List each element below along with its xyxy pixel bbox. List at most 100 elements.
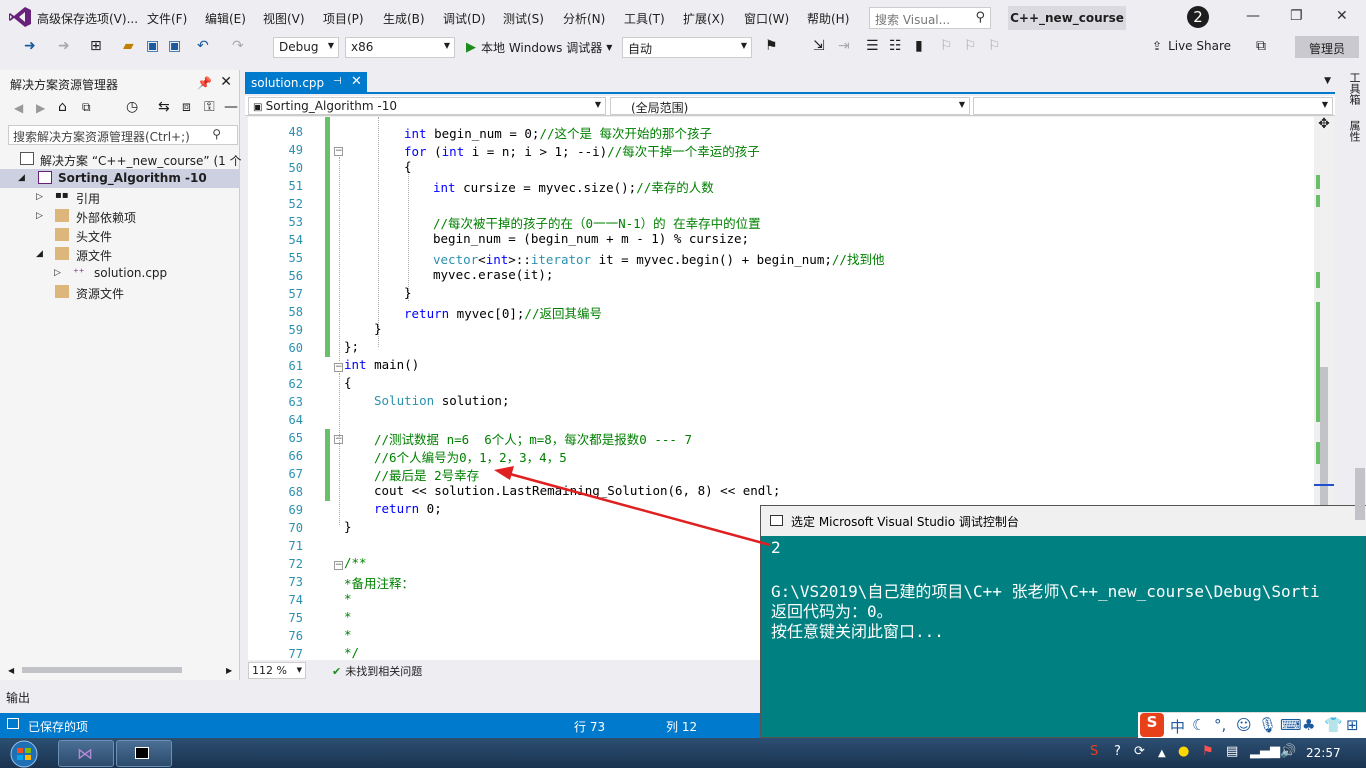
step-over-icon[interactable]: ⇥ — [838, 38, 850, 54]
properties-tab[interactable]: 属性 — [1342, 120, 1361, 142]
tree-external-deps[interactable]: ▷ 外部依赖项 — [0, 207, 240, 226]
scrollbar-thumb[interactable] — [22, 667, 182, 673]
tab-solution-cpp[interactable]: solution.cpp ⊣ ✕ — [245, 72, 367, 94]
punctuation-icon[interactable]: °, — [1214, 716, 1226, 734]
horizontal-scrollbar[interactable]: ◀ ▶ — [8, 666, 232, 675]
debug-console-window[interactable]: 选定 Microsoft Visual Studio 调试控制台 2 G:\VS… — [760, 468, 1366, 738]
update-tray-icon[interactable]: ⟳ — [1134, 744, 1145, 759]
sync-icon[interactable]: ⇆ — [158, 99, 170, 115]
menu-build[interactable]: 生成(B) — [383, 10, 425, 27]
uncomment-icon[interactable]: ☷ — [889, 38, 902, 54]
comment-icon[interactable]: ☰ — [866, 38, 879, 54]
config-select[interactable]: Debug ▼ — [273, 37, 339, 58]
scroll-left-icon[interactable]: ◀ — [8, 666, 14, 675]
live-share-button[interactable]: ⇪ Live Share — [1152, 39, 1231, 53]
start-debug-button[interactable]: ▶ 本地 Windows 调试器 ▼ — [466, 39, 612, 56]
action-center-icon[interactable]: ⚑ — [1202, 744, 1214, 759]
back-icon[interactable]: ◀ — [14, 101, 23, 115]
menu-help[interactable]: 帮助(H) — [807, 10, 849, 27]
menu-window[interactable]: 窗口(W) — [744, 10, 789, 27]
fold-toggle[interactable]: − — [334, 147, 343, 156]
forward-icon[interactable]: ▶ — [36, 101, 45, 115]
menu-test[interactable]: 测试(S) — [503, 10, 544, 27]
output-window-icon[interactable] — [7, 718, 19, 729]
network-icon[interactable]: ▂▄▆ — [1250, 744, 1280, 759]
scrollbar-thumb[interactable] — [1320, 367, 1328, 507]
admin-badge[interactable]: 管理员 — [1295, 36, 1359, 58]
back-icon[interactable]: ➜ — [24, 38, 36, 54]
tray-device-icon[interactable]: ▤ — [1226, 744, 1238, 759]
history-icon[interactable]: ◷ — [126, 99, 138, 115]
issues-indicator[interactable]: ✔ 未找到相关问题 — [332, 663, 422, 679]
close-icon[interactable]: ✕ — [220, 74, 232, 90]
menu-analyze[interactable]: 分析(N) — [563, 10, 605, 27]
platform-select[interactable]: x86 ▼ — [345, 37, 455, 58]
start-button-icon[interactable] — [3, 740, 45, 768]
tab-dropdown-icon[interactable]: ▼ — [1324, 76, 1331, 86]
help-tray-icon[interactable]: ? — [1114, 744, 1121, 759]
collapse-arrow-icon[interactable]: ▷ — [36, 192, 43, 202]
undo-icon[interactable]: ↶ — [197, 38, 209, 54]
shirt-icon[interactable]: 👕 — [1324, 716, 1343, 734]
close-icon[interactable]: ✕ — [351, 74, 362, 89]
scroll-right-icon[interactable]: ▶ — [226, 666, 232, 675]
bookmark-icon[interactable]: ▮ — [915, 38, 923, 54]
moon-icon[interactable]: ☾ — [1192, 716, 1205, 734]
menu-tools[interactable]: 工具(T) — [624, 10, 665, 27]
next-bookmark-icon[interactable]: ⚐ — [964, 38, 977, 54]
menu-extensions[interactable]: 扩展(X) — [683, 10, 725, 27]
redo-icon[interactable]: ↷ — [232, 38, 244, 54]
restore-icon[interactable]: ❐ — [1290, 8, 1303, 24]
tree-solution[interactable]: 解决方案 “C++_new_course” (1 个 — [0, 150, 242, 169]
sogou-icon[interactable]: S — [1140, 713, 1164, 737]
tree-references[interactable]: ▷ ▪▪ 引用 — [0, 188, 240, 207]
step-icon[interactable]: ⇲ — [813, 38, 825, 54]
menu-advanced-save[interactable]: 高级保存选项(V)... — [37, 10, 138, 27]
collapse-arrow-icon[interactable]: ▷ — [54, 268, 61, 278]
open-folder-icon[interactable]: ▰ — [123, 38, 134, 54]
skin-icon[interactable]: ♣ — [1302, 716, 1315, 734]
tree-solution-cpp[interactable]: ▷ ⁺⁺ solution.cpp — [0, 264, 240, 283]
tray-expand-icon[interactable]: ▲ — [1158, 748, 1166, 759]
keyboard-icon[interactable]: ⌨ — [1280, 716, 1302, 734]
clock[interactable]: 22:57 — [1306, 746, 1341, 760]
menu-project[interactable]: 项目(P) — [323, 10, 364, 27]
emoji-icon[interactable]: ☺ — [1236, 716, 1252, 734]
find-icon[interactable]: ⚑ — [765, 38, 778, 54]
collapse-arrow-icon[interactable]: ▷ — [36, 211, 43, 221]
prev-bookmark-icon[interactable]: ⚐ — [940, 38, 953, 54]
clear-bookmark-icon[interactable]: ⚐ — [988, 38, 1001, 54]
expand-icon[interactable]: ◢ — [18, 173, 25, 183]
forward-icon[interactable]: ➜ — [58, 38, 70, 54]
taskbar-console[interactable] — [116, 740, 172, 767]
search-input[interactable]: 搜索 Visual... ⚲ — [869, 7, 991, 29]
pin-icon[interactable]: 📌 — [197, 76, 212, 90]
tree-resource-files[interactable]: 资源文件 — [0, 283, 240, 302]
notification-badge[interactable]: 2 — [1187, 6, 1209, 28]
tree-source-files[interactable]: ◢ 源文件 — [0, 245, 240, 264]
scrollbar-thumb[interactable] — [1355, 468, 1365, 520]
tray-app-icon[interactable]: ● — [1178, 744, 1189, 759]
menu-debug[interactable]: 调试(D) — [443, 10, 486, 27]
save-icon[interactable]: ▣ — [146, 38, 159, 54]
project-dropdown[interactable]: ▣ Sorting_Algorithm -10 ▼ — [248, 97, 606, 115]
sogou-tray-icon[interactable]: S — [1090, 744, 1098, 759]
preview-icon[interactable]: — — [224, 99, 238, 115]
microphone-icon[interactable]: 🎙 — [1258, 716, 1277, 734]
pin-icon[interactable]: ⊣ — [333, 76, 342, 87]
menu-view[interactable]: 视图(V) — [263, 10, 305, 27]
tree-header-files[interactable]: 头文件 — [0, 226, 240, 245]
expand-icon[interactable]: ◢ — [36, 249, 43, 259]
new-project-icon[interactable]: ⊞ — [90, 38, 102, 54]
toolbox-tab[interactable]: 工具箱 — [1342, 72, 1361, 105]
properties-icon[interactable]: ⚿ — [204, 99, 215, 115]
split-icon[interactable]: ✥ — [1316, 117, 1332, 132]
menu-grid-icon[interactable]: ⊞ — [1346, 716, 1359, 734]
tree-project[interactable]: ◢ Sorting_Algorithm -10 — [0, 169, 240, 188]
volume-icon[interactable]: 🔊 — [1280, 744, 1296, 759]
collapse-icon[interactable]: ⧈ — [182, 99, 191, 115]
menu-file[interactable]: 文件(F) — [147, 10, 187, 27]
solution-search-input[interactable]: 搜索解决方案资源管理器(Ctrl+;) ⚲ — [8, 125, 238, 145]
solution-config-select[interactable]: 自动 ▼ — [622, 37, 752, 58]
taskbar-visual-studio[interactable]: ⋈ — [58, 740, 114, 767]
